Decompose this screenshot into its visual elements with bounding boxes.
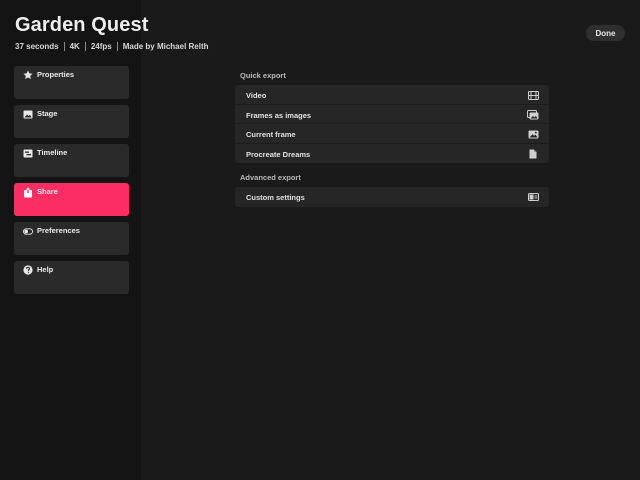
sidebar-item-label: Properties <box>37 70 75 79</box>
timeline-icon <box>23 148 33 158</box>
quick-export-heading: Quick export <box>240 71 286 80</box>
sidebar-item-share[interactable]: Share <box>14 183 129 216</box>
share-icon <box>23 186 33 197</box>
sidebar-item-label: Preferences <box>37 226 80 235</box>
export-video-row[interactable]: Video <box>235 85 549 105</box>
export-frames-row[interactable]: Frames as images <box>235 105 549 124</box>
sidebar: Properties Stage Timeline Share Preferen… <box>14 66 129 300</box>
document-icon <box>527 149 539 159</box>
meta-divider <box>116 42 118 51</box>
advanced-export-heading: Advanced export <box>240 173 301 182</box>
sidebar-item-label: Share <box>37 187 58 196</box>
export-screen: Garden Quest 37 seconds 4K 24fps Made by… <box>0 0 640 480</box>
sidebar-item-stage[interactable]: Stage <box>14 105 129 138</box>
sidebar-item-properties[interactable]: Properties <box>14 66 129 99</box>
fps-text: 24fps <box>90 42 112 51</box>
help-icon <box>23 265 33 275</box>
sidebar-item-label: Help <box>37 265 54 274</box>
duration-text: 37 seconds <box>15 42 59 51</box>
custom-settings-row[interactable]: Custom settings <box>235 187 549 207</box>
image-icon <box>527 129 539 139</box>
author-text: Made by Michael Relth <box>122 42 209 51</box>
sidebar-item-label: Timeline <box>37 148 68 157</box>
advanced-export-list: Custom settings <box>235 187 549 207</box>
settings-panel-icon <box>527 192 539 202</box>
done-button[interactable]: Done <box>586 25 625 41</box>
toggle-icon <box>23 226 33 236</box>
quick-export-list: Video Frames as images Current frame Pro… <box>235 85 549 163</box>
project-meta: 37 seconds 4K 24fps Made by Michael Relt… <box>15 42 209 51</box>
image-icon <box>23 109 33 119</box>
film-icon <box>527 90 539 100</box>
sidebar-item-help[interactable]: Help <box>14 261 129 294</box>
sidebar-item-timeline[interactable]: Timeline <box>14 144 129 177</box>
meta-divider <box>63 42 65 51</box>
page-title: Garden Quest <box>15 14 149 36</box>
star-icon <box>23 70 33 80</box>
sidebar-item-preferences[interactable]: Preferences <box>14 222 129 255</box>
export-procreate-dreams-row[interactable]: Procreate Dreams <box>235 144 549 164</box>
meta-divider <box>84 42 86 51</box>
sidebar-item-label: Stage <box>37 109 58 118</box>
export-video-label: Video <box>246 91 267 100</box>
export-current-frame-label: Current frame <box>246 130 296 139</box>
export-procreate-dreams-label: Procreate Dreams <box>246 149 311 159</box>
custom-settings-label: Custom settings <box>246 193 305 202</box>
resolution-text: 4K <box>69 42 80 51</box>
images-icon <box>527 109 539 120</box>
export-frames-label: Frames as images <box>246 110 312 120</box>
export-current-frame-row[interactable]: Current frame <box>235 124 549 144</box>
